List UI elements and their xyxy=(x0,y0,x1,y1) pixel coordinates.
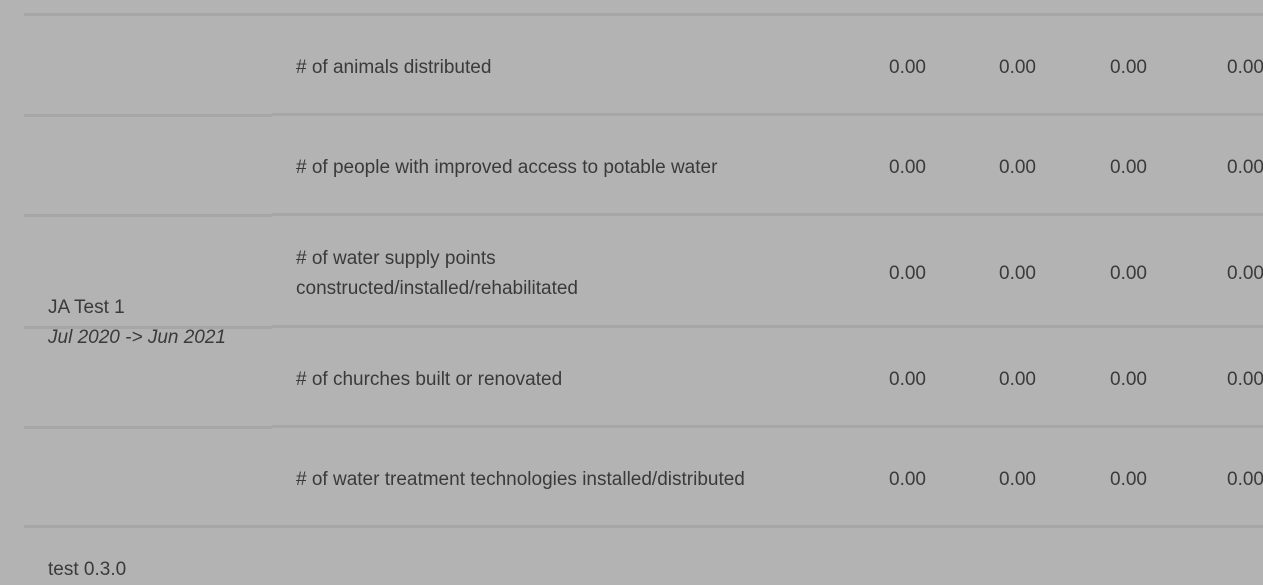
indicator-label: # of water treatment technologies instal… xyxy=(296,469,745,490)
row-divider xyxy=(272,113,1263,116)
value-cell: 0.00 xyxy=(1227,369,1263,390)
value-cell: 0.00 xyxy=(999,469,1036,490)
value-cell: 0.00 xyxy=(889,263,926,284)
row-divider xyxy=(24,426,272,429)
value-cell: 0.00 xyxy=(889,57,926,78)
value-cell: 0.00 xyxy=(999,263,1036,284)
value-cell: 0.00 xyxy=(999,57,1036,78)
value-cell: 0.00 xyxy=(889,469,926,490)
value-cell: 0.00 xyxy=(999,157,1036,178)
value-cell: 0.00 xyxy=(889,369,926,390)
indicator-label: # of animals distributed xyxy=(296,57,492,78)
value-cell: 0.00 xyxy=(1110,157,1147,178)
project-divider xyxy=(24,525,1263,528)
row-divider xyxy=(272,425,1263,428)
value-cell: 0.00 xyxy=(1227,157,1263,178)
value-cell: 0.00 xyxy=(1110,57,1147,78)
row-divider xyxy=(24,214,272,217)
project-cell: JA Test 1 Jul 2020 -> Jun 2021 xyxy=(48,293,226,353)
value-cell: 0.00 xyxy=(1227,263,1263,284)
row-divider xyxy=(272,325,1263,328)
indicator-label: # of churches built or renovated xyxy=(296,369,563,390)
indicator-label-line: # of water supply points xyxy=(296,248,496,269)
value-cell: 0.00 xyxy=(1110,469,1147,490)
row-divider xyxy=(272,213,1263,216)
indicator-label: # of water supply points constructed/ins… xyxy=(296,244,836,304)
row-divider xyxy=(24,114,272,117)
indicator-label-line: constructed/installed/rehabilitated xyxy=(296,278,579,299)
indicator-label: # of people with improved access to pota… xyxy=(296,157,718,178)
value-cell: 0.00 xyxy=(999,369,1036,390)
project-cell: test 0.3.0 xyxy=(48,555,126,585)
value-cell: 0.00 xyxy=(1110,263,1147,284)
row-divider xyxy=(24,13,1263,16)
value-cell: 0.00 xyxy=(889,157,926,178)
value-cell: 0.00 xyxy=(1227,469,1263,490)
project-period: Jul 2020 -> Jun 2021 xyxy=(48,327,226,348)
project-name: JA Test 1 xyxy=(48,297,125,318)
project-name: test 0.3.0 xyxy=(48,559,127,580)
value-cell: 0.00 xyxy=(1227,57,1263,78)
value-cell: 0.00 xyxy=(1110,369,1147,390)
